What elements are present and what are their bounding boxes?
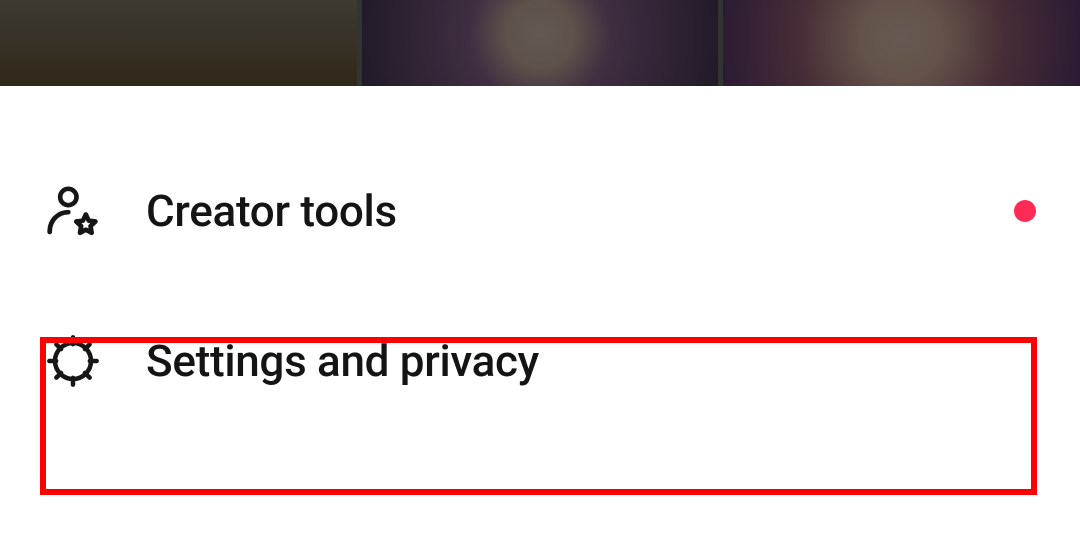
video-thumbnail [362,0,719,86]
video-thumbnail [723,0,1080,86]
menu-item-creator-tools[interactable]: Creator tools [0,136,1080,286]
menu-item-label: Creator tools [146,185,397,237]
gear-icon [44,332,102,390]
person-star-icon [44,182,102,240]
menu-item-label: Settings and privacy [146,335,539,387]
menu-item-settings-privacy[interactable]: Settings and privacy [0,286,1080,436]
profile-video-grid-dimmed [0,0,1080,86]
video-thumbnail [0,0,357,86]
bottom-sheet-menu: Creator tools Settings and privacy [0,86,1080,545]
notification-dot [1014,200,1036,222]
